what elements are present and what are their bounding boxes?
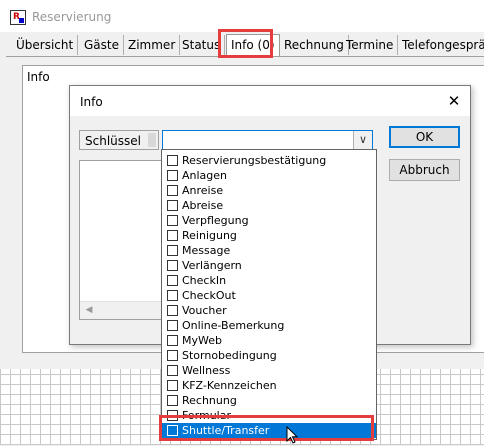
checkbox[interactable] bbox=[167, 200, 178, 211]
dropdown-item-label: Anreise bbox=[182, 184, 224, 197]
dropdown-item[interactable]: Stornobedingung bbox=[162, 348, 376, 363]
dropdown-item[interactable]: KFZ-Kennzeichen bbox=[162, 378, 376, 393]
dropdown-item-label: Abreise bbox=[182, 199, 224, 212]
tab-telefongespraech[interactable]: Telefongespräch bbox=[398, 35, 484, 55]
checkbox[interactable] bbox=[167, 215, 178, 226]
tab-uebersicht[interactable]: Übersicht bbox=[12, 35, 79, 55]
dropdown-item[interactable]: Anlagen bbox=[162, 168, 376, 183]
dropdown-item[interactable]: CheckIn bbox=[162, 273, 376, 288]
checkbox[interactable] bbox=[167, 395, 178, 406]
info-group-label: Info bbox=[27, 70, 50, 84]
dropdown-item-label: KFZ-Kennzeichen bbox=[182, 379, 277, 392]
dropdown-item-label: Shuttle/Transfer bbox=[182, 424, 270, 437]
dropdown-item-label: Verpflegung bbox=[182, 214, 249, 227]
dialog-title: Info bbox=[80, 95, 103, 109]
mouse-cursor-icon bbox=[286, 426, 299, 444]
checkbox[interactable] bbox=[167, 275, 178, 286]
dropdown-item[interactable]: Shuttle/Transfer bbox=[162, 423, 376, 438]
dropdown-item[interactable]: Online-Bemerkung bbox=[162, 318, 376, 333]
checkbox[interactable] bbox=[167, 170, 178, 181]
checkbox[interactable] bbox=[167, 365, 178, 376]
checkbox[interactable] bbox=[167, 230, 178, 241]
tab-status[interactable]: Status bbox=[178, 35, 226, 55]
checkbox[interactable] bbox=[167, 335, 178, 346]
checkbox[interactable] bbox=[167, 350, 178, 361]
dropdown-item-label: Message bbox=[182, 244, 231, 257]
key-label: Schlüssel bbox=[79, 130, 159, 150]
tab-zimmer[interactable]: Zimmer bbox=[124, 35, 181, 55]
key-label-text: Schlüssel bbox=[85, 134, 141, 148]
key-label-shade bbox=[148, 133, 156, 147]
dropdown-item[interactable]: Voucher bbox=[162, 303, 376, 318]
dropdown-item[interactable]: Anreise bbox=[162, 183, 376, 198]
scroll-left-icon[interactable]: ◀ bbox=[82, 304, 96, 317]
tab-bar: Übersicht Gäste Zimmer Status Info (0) R… bbox=[6, 34, 484, 56]
dropdown-item-label: Formular bbox=[182, 409, 232, 422]
checkbox[interactable] bbox=[167, 260, 178, 271]
dropdown-item[interactable]: Rechnung bbox=[162, 393, 376, 408]
checkbox[interactable] bbox=[167, 425, 178, 436]
checkbox[interactable] bbox=[167, 320, 178, 331]
checkbox[interactable] bbox=[167, 245, 178, 256]
window-titlebar: R Reservierung bbox=[0, 0, 484, 32]
checkbox[interactable] bbox=[167, 380, 178, 391]
dropdown-item-label: CheckIn bbox=[182, 274, 227, 287]
checkbox[interactable] bbox=[167, 305, 178, 316]
key-combobox[interactable]: ∨ bbox=[162, 130, 373, 150]
dropdown-item[interactable]: Wellness bbox=[162, 363, 376, 378]
tab-termine[interactable]: Termine bbox=[342, 35, 399, 55]
dropdown-item[interactable]: Verpflegung bbox=[162, 213, 376, 228]
dropdown-item[interactable]: Verlängern bbox=[162, 258, 376, 273]
dropdown-item-label: MyWeb bbox=[182, 334, 222, 347]
cancel-button[interactable]: Abbruch bbox=[389, 159, 460, 181]
dropdown-item[interactable]: Reservierungsbestätigung bbox=[162, 153, 376, 168]
key-dropdown-list[interactable]: Reservierungsbestätigung Anlagen Anreise Ab… bbox=[161, 149, 377, 440]
chevron-down-icon[interactable]: ∨ bbox=[353, 131, 372, 149]
tab-info[interactable]: Info (0) bbox=[226, 34, 280, 56]
dropdown-item-label: CheckOut bbox=[182, 289, 236, 302]
dropdown-item-label: Verlängern bbox=[182, 259, 242, 272]
dialog-titlebar: Info ✕ bbox=[70, 86, 470, 116]
tab-rechnung[interactable]: Rechnung bbox=[280, 35, 349, 55]
ok-button[interactable]: OK bbox=[389, 126, 460, 148]
dropdown-item-label: Anlagen bbox=[182, 169, 228, 182]
app-icon: R bbox=[10, 10, 26, 25]
checkbox[interactable] bbox=[167, 290, 178, 301]
dropdown-item-label: Stornobedingung bbox=[182, 349, 277, 362]
dropdown-item[interactable]: Abreise bbox=[162, 198, 376, 213]
dropdown-item-label: Rechnung bbox=[182, 394, 237, 407]
dropdown-item[interactable]: MyWeb bbox=[162, 333, 376, 348]
dropdown-item[interactable]: Reinigung bbox=[162, 228, 376, 243]
window-title: Reservierung bbox=[32, 10, 112, 24]
dropdown-item-label: Reservierungsbestätigung bbox=[182, 154, 327, 167]
dropdown-item-label: Online-Bemerkung bbox=[182, 319, 285, 332]
checkbox[interactable] bbox=[167, 185, 178, 196]
dropdown-item-label: Voucher bbox=[182, 304, 227, 317]
dropdown-item-label: Wellness bbox=[182, 364, 231, 377]
tab-gaeste[interactable]: Gäste bbox=[80, 35, 124, 55]
close-icon[interactable]: ✕ bbox=[438, 86, 470, 116]
dropdown-item[interactable]: CheckOut bbox=[162, 288, 376, 303]
dropdown-item[interactable]: Formular bbox=[162, 408, 376, 423]
checkbox[interactable] bbox=[167, 155, 178, 166]
dropdown-item[interactable]: Message bbox=[162, 243, 376, 258]
checkbox[interactable] bbox=[167, 410, 178, 421]
dropdown-item-label: Reinigung bbox=[182, 229, 237, 242]
